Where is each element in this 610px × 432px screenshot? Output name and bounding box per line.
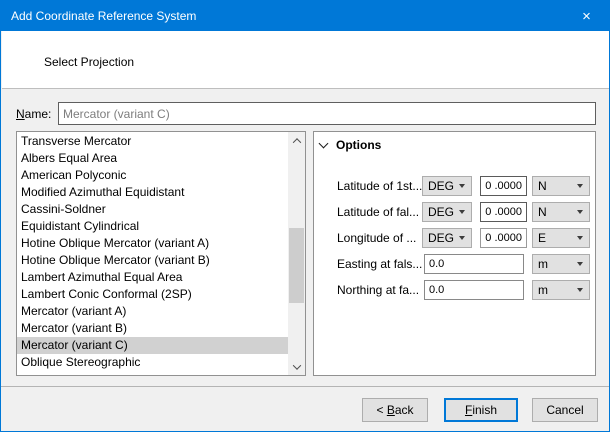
- name-input[interactable]: [58, 102, 596, 125]
- false-easting-input[interactable]: [424, 254, 524, 274]
- option-label: Longitude of ...: [337, 231, 416, 245]
- list-item[interactable]: Oblique Stereographic: [17, 354, 288, 371]
- option-row: Easting at fals... m: [314, 254, 595, 274]
- name-label-mnemonic: N: [16, 107, 25, 121]
- scroll-down-icon[interactable]: [288, 358, 305, 375]
- angle-unit-dropdown[interactable]: DEG: [422, 228, 472, 248]
- option-row: Latitude of fal... DEG N: [314, 202, 595, 222]
- dropdown-arrow-icon: [577, 262, 583, 266]
- titlebar: Add Coordinate Reference System ×: [1, 1, 609, 31]
- list-item[interactable]: Equidistant Cylindrical: [17, 218, 288, 235]
- footer-divider: [1, 386, 610, 387]
- list-item[interactable]: Hotine Oblique Mercator (variant A): [17, 235, 288, 252]
- finish-button[interactable]: Finish: [444, 398, 518, 422]
- list-item[interactable]: Mercator (variant B): [17, 320, 288, 337]
- length-unit-dropdown[interactable]: m: [532, 254, 590, 274]
- close-icon[interactable]: ×: [564, 1, 609, 31]
- scrollbar-thumb[interactable]: [289, 228, 304, 303]
- option-row: Northing at fa... m: [314, 280, 595, 300]
- options-title: Options: [336, 138, 381, 152]
- dropdown-arrow-icon: [577, 184, 583, 188]
- list-item-selected[interactable]: Mercator (variant C): [17, 337, 288, 354]
- angle-unit-dropdown[interactable]: DEG: [422, 202, 472, 222]
- dropdown-arrow-icon: [459, 236, 465, 240]
- chevron-down-icon[interactable]: [319, 139, 329, 149]
- list-item[interactable]: American Polyconic: [17, 167, 288, 184]
- option-label: Easting at fals...: [337, 257, 422, 271]
- latitude-false-input[interactable]: [480, 202, 527, 222]
- name-label-rest: ame:: [25, 107, 52, 121]
- list-item[interactable]: Lambert Conic Conformal (2SP): [17, 286, 288, 303]
- dropdown-arrow-icon: [577, 236, 583, 240]
- options-header[interactable]: Options: [318, 138, 381, 152]
- list-scrollbar[interactable]: [288, 132, 305, 375]
- dropdown-arrow-icon: [577, 210, 583, 214]
- dropdown-arrow-icon: [459, 210, 465, 214]
- hemisphere-dropdown[interactable]: E: [532, 228, 590, 248]
- add-crs-dialog: Add Coordinate Reference System × Select…: [0, 0, 610, 432]
- list-item[interactable]: Lambert Azimuthal Equal Area: [17, 269, 288, 286]
- longitude-input[interactable]: [480, 228, 527, 248]
- hemisphere-dropdown[interactable]: N: [532, 202, 590, 222]
- length-unit-dropdown[interactable]: m: [532, 280, 590, 300]
- cancel-button[interactable]: Cancel: [532, 398, 598, 422]
- back-button[interactable]: < Back: [362, 398, 428, 422]
- list-item[interactable]: Mercator (variant A): [17, 303, 288, 320]
- name-label: Name:: [16, 107, 51, 121]
- wizard-header: Select Projection: [2, 31, 610, 89]
- list-item[interactable]: Modified Azimuthal Equidistant: [17, 184, 288, 201]
- list-item[interactable]: Cassini-Soldner: [17, 201, 288, 218]
- projection-list[interactable]: Transverse Mercator Albers Equal Area Am…: [16, 131, 306, 376]
- false-northing-input[interactable]: [424, 280, 524, 300]
- dropdown-arrow-icon: [577, 288, 583, 292]
- option-row: Latitude of 1st... DEG N: [314, 176, 595, 196]
- scroll-up-icon[interactable]: [288, 132, 305, 149]
- hemisphere-dropdown[interactable]: N: [532, 176, 590, 196]
- angle-unit-dropdown[interactable]: DEG: [422, 176, 472, 196]
- projection-list-items: Transverse Mercator Albers Equal Area Am…: [17, 132, 288, 375]
- latitude-1st-input[interactable]: [480, 176, 527, 196]
- option-row: Longitude of ... DEG E: [314, 228, 595, 248]
- option-label: Latitude of 1st...: [337, 179, 422, 193]
- list-item[interactable]: Albers Equal Area: [17, 150, 288, 167]
- list-item[interactable]: Transverse Mercator: [17, 133, 288, 150]
- options-panel: Options Latitude of 1st... DEG N Latitud…: [313, 131, 596, 376]
- window-title: Add Coordinate Reference System: [1, 9, 196, 23]
- option-label: Northing at fa...: [337, 283, 419, 297]
- option-label: Latitude of fal...: [337, 205, 419, 219]
- dropdown-arrow-icon: [459, 184, 465, 188]
- page-title: Select Projection: [44, 55, 134, 69]
- list-item[interactable]: Hotine Oblique Mercator (variant B): [17, 252, 288, 269]
